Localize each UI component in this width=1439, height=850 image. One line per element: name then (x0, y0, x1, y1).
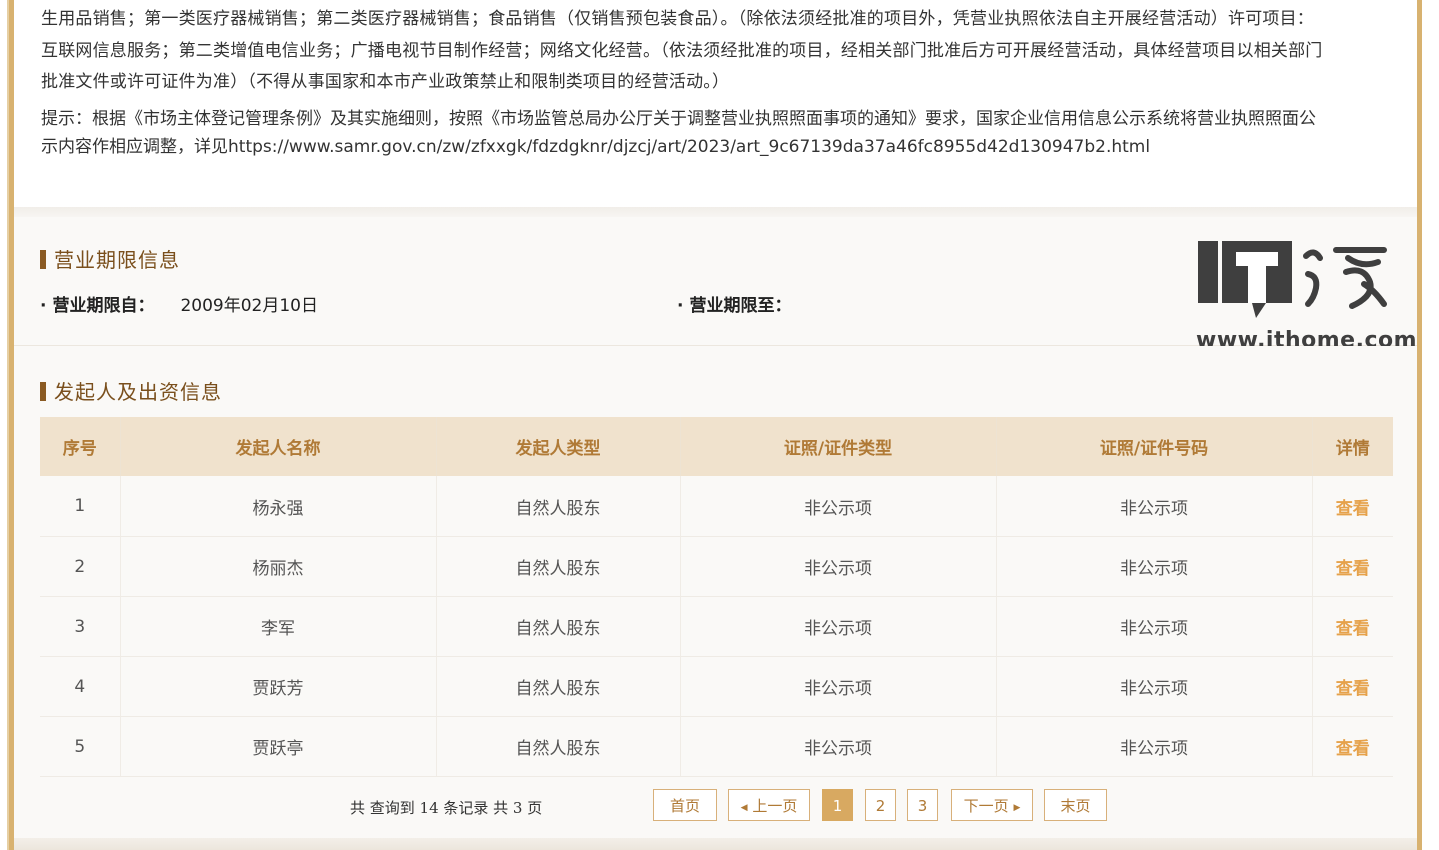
view-detail-link[interactable]: 查看 (1336, 619, 1370, 639)
title-bar-marker (40, 382, 46, 401)
table-row: 5 贾跃亭 自然人股东 非公示项 非公示项 查看 (40, 716, 1393, 777)
table-row: 2 杨丽杰 自然人股东 非公示项 非公示项 查看 (40, 536, 1393, 597)
cell-type: 自然人股东 (436, 716, 681, 777)
view-detail-link[interactable]: 查看 (1336, 679, 1370, 699)
cell-no: 3 (40, 596, 121, 657)
cell-no: 2 (40, 536, 121, 597)
cell-detail: 查看 (1312, 536, 1393, 597)
cell-id-type: 非公示项 (680, 476, 997, 537)
last-page-button[interactable]: 末页 (1044, 789, 1107, 821)
cell-name: 杨丽杰 (120, 536, 437, 597)
cell-no: 4 (40, 656, 121, 717)
bottom-separator (14, 838, 1417, 850)
page-button-1[interactable]: 1 (822, 789, 853, 821)
bullet-dot: · (40, 296, 47, 316)
business-scope-text: 生用品销售；第一类医疗器械销售；第二类医疗器械销售；食品销售（仅销售预包装食品）… (41, 4, 1381, 99)
cell-name: 贾跃芳 (120, 656, 437, 717)
cell-detail: 查看 (1312, 596, 1393, 657)
triangle-left-icon: ◀ (740, 803, 748, 813)
page: 生用品销售；第一类医疗器械销售；第二类医疗器械销售；食品销售（仅销售预包装食品）… (0, 0, 1439, 850)
column-header-id-type: 证照/证件类型 (680, 417, 997, 476)
left-border (0, 0, 14, 850)
period-from-value: 2009年02月10日 (180, 296, 318, 316)
notice-tip-line: 示内容作相应调整，详见https://www.samr.gov.cn/zw/zf… (41, 137, 1151, 157)
page-button-2[interactable]: 2 (865, 789, 896, 821)
bullet-dot: · (677, 296, 684, 316)
cell-id-no: 非公示项 (996, 656, 1313, 717)
investors-section-title: 发起人及出资信息 (40, 376, 222, 405)
cell-type: 自然人股东 (436, 596, 681, 657)
ithome-watermark: www.ithome.com (1196, 238, 1417, 358)
prev-page-button[interactable]: ◀ 上一页 (728, 789, 810, 821)
cell-type: 自然人股东 (436, 656, 681, 717)
page-button-3[interactable]: 3 (907, 789, 938, 821)
column-header-name: 发起人名称 (120, 417, 437, 476)
period-section-title: 营业期限信息 (40, 244, 180, 273)
business-scope-line: 批准文件或许可证件为准）（不得从事国家和本市产业政策禁止和限制类项目的经营活动。… (41, 72, 730, 92)
cell-name: 贾跃亭 (120, 716, 437, 777)
notice-tip: 提示：根据《市场主体登记管理条例》及其实施细则，按照《市场监管总局办公厅关于调整… (41, 105, 1381, 161)
cell-type: 自然人股东 (436, 536, 681, 597)
period-to-label: 营业期限至： (689, 296, 792, 316)
cell-id-type: 非公示项 (680, 536, 997, 597)
column-header-detail: 详情 (1312, 417, 1393, 476)
title-bar-marker (40, 250, 46, 269)
table-row: 3 李军 自然人股东 非公示项 非公示项 查看 (40, 596, 1393, 657)
notice-tip-line: 提示：根据《市场主体登记管理条例》及其实施细则，按照《市场监管总局办公厅关于调整… (41, 109, 1316, 129)
cell-detail: 查看 (1312, 476, 1393, 537)
table-header-row: 序号 发起人名称 发起人类型 证照/证件类型 证照/证件号码 详情 (40, 417, 1393, 476)
cell-id-type: 非公示项 (680, 716, 997, 777)
column-header-id-no: 证照/证件号码 (996, 417, 1313, 476)
cell-id-no: 非公示项 (996, 536, 1313, 597)
cell-type: 自然人股东 (436, 476, 681, 537)
section-separator (14, 207, 1417, 217)
table-row: 1 杨永强 自然人股东 非公示项 非公示项 查看 (40, 476, 1393, 537)
first-page-button[interactable]: 首页 (653, 789, 717, 821)
cell-no: 5 (40, 716, 121, 777)
right-border (1417, 0, 1439, 850)
column-header-no: 序号 (40, 417, 121, 476)
view-detail-link[interactable]: 查看 (1336, 559, 1370, 579)
pagination-summary: 共 查询到 14 条记录 共 3 页 (350, 799, 543, 817)
view-detail-link[interactable]: 查看 (1336, 499, 1370, 519)
period-from-field: · 营业期限自： 2009年02月10日 (40, 291, 318, 316)
cell-id-no: 非公示项 (996, 716, 1313, 777)
business-scope-line: 互联网信息服务；第二类增值电信业务；广播电视节目制作经营；网络文化经营。（依法须… (41, 40, 1323, 61)
ithome-logo-icon (1198, 241, 1387, 318)
cell-name: 杨永强 (120, 476, 437, 537)
cell-detail: 查看 (1312, 716, 1393, 777)
triangle-right-icon: ▶ (1013, 803, 1021, 813)
table-row: 4 贾跃芳 自然人股东 非公示项 非公示项 查看 (40, 656, 1393, 717)
column-header-type: 发起人类型 (436, 417, 681, 476)
view-detail-link[interactable]: 查看 (1336, 739, 1370, 759)
period-from-label: 营业期限自： (52, 296, 155, 316)
cell-id-type: 非公示项 (680, 596, 997, 657)
next-page-button[interactable]: 下一页 ▶ (951, 789, 1033, 821)
cell-detail: 查看 (1312, 656, 1393, 717)
period-to-field: · 营业期限至： (677, 291, 817, 316)
cell-name: 李军 (120, 596, 437, 657)
cell-id-type: 非公示项 (680, 656, 997, 717)
cell-id-no: 非公示项 (996, 476, 1313, 537)
cell-no: 1 (40, 476, 121, 537)
business-scope-line: 生用品销售；第一类医疗器械销售；第二类医疗器械销售；食品销售（仅销售预包装食品）… (41, 9, 1314, 29)
cell-id-no: 非公示项 (996, 596, 1313, 657)
investors-table: 序号 发起人名称 发起人类型 证照/证件类型 证照/证件号码 详情 1 杨永强 … (40, 417, 1393, 777)
